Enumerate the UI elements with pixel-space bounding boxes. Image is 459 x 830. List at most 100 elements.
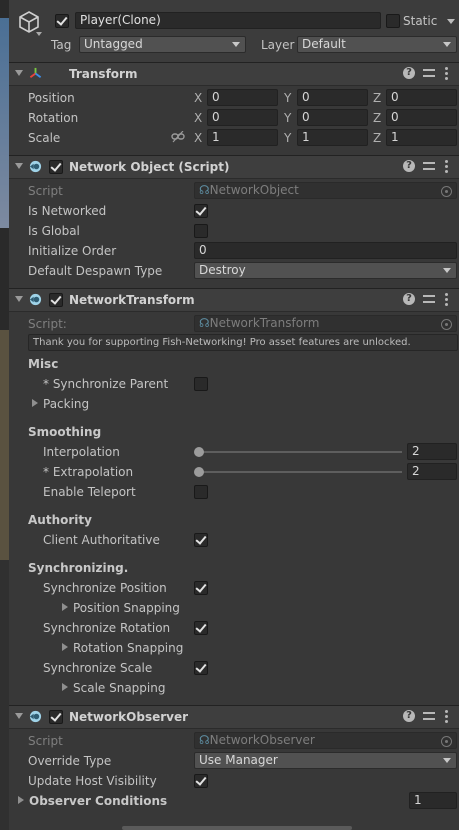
chevron-down-icon — [443, 42, 451, 47]
position-label: Position — [28, 91, 75, 105]
kebab-menu-icon[interactable] — [445, 160, 448, 173]
extrapolation-input[interactable]: 2 — [407, 463, 457, 480]
object-picker-icon[interactable] — [441, 319, 452, 330]
network-transform-header[interactable]: NetworkTransform ? — [9, 288, 459, 312]
help-icon[interactable]: ? — [403, 710, 415, 722]
sync-scale-checkbox[interactable] — [194, 661, 208, 675]
presets-icon[interactable] — [423, 67, 435, 79]
kebab-menu-icon[interactable] — [445, 293, 448, 306]
sync-position-checkbox[interactable] — [194, 581, 208, 595]
static-dropdown-icon[interactable] — [447, 19, 455, 24]
despawn-type-label: Default Despawn Type — [28, 264, 163, 278]
horizontal-scrollbar[interactable] — [122, 826, 352, 830]
scale-y-axis: Y — [284, 131, 292, 145]
sync-rotation-checkbox[interactable] — [194, 621, 208, 635]
kebab-menu-icon[interactable] — [445, 67, 448, 80]
fish-script-icon — [29, 293, 42, 306]
despawn-type-dropdown[interactable]: Destroy — [194, 262, 457, 279]
enable-teleport-checkbox[interactable] — [194, 485, 208, 499]
network-transform-title: NetworkTransform — [69, 293, 195, 307]
interpolation-slider-track[interactable] — [198, 451, 402, 453]
transform-header[interactable]: Transform ? — [9, 62, 459, 86]
help-icon[interactable]: ? — [403, 293, 415, 305]
network-object-header[interactable]: Network Object (Script) ? — [9, 155, 459, 179]
sync-scale-label: Synchronize Scale — [43, 661, 153, 675]
extrapolation-slider-track[interactable] — [198, 471, 402, 473]
layer-value: Default — [302, 37, 346, 51]
kebab-menu-icon[interactable] — [445, 710, 448, 723]
network-observer-header[interactable]: NetworkObserver ? — [9, 705, 459, 729]
scale-z-axis: Z — [373, 131, 382, 145]
extrapolation-label: * Extrapolation — [43, 465, 134, 479]
object-picker-icon[interactable] — [441, 736, 452, 747]
transform-gizmo-icon — [29, 67, 42, 78]
packing-foldout-icon[interactable] — [32, 399, 38, 407]
network-object-enabled-checkbox[interactable] — [49, 160, 63, 174]
position-snapping-label[interactable]: Position Snapping — [73, 601, 180, 615]
no-script-label: Script — [28, 184, 63, 198]
client-auth-checkbox[interactable] — [194, 533, 208, 547]
is-networked-checkbox[interactable] — [194, 204, 208, 218]
synchronizing-heading: Synchronizing. — [28, 561, 129, 575]
rotation-y-input[interactable]: 0 — [297, 109, 368, 126]
override-type-dropdown[interactable]: Use Manager — [194, 752, 457, 769]
scale-x-axis: X — [194, 131, 203, 145]
authority-heading: Authority — [28, 513, 92, 527]
fold-arrow-icon[interactable] — [15, 70, 23, 76]
chevron-down-icon — [232, 42, 240, 47]
extrapolation-slider-handle[interactable] — [194, 467, 204, 477]
despawn-type-value: Destroy — [199, 263, 246, 277]
fold-arrow-icon[interactable] — [15, 296, 23, 302]
update-host-checkbox[interactable] — [194, 774, 208, 788]
rotation-z-input[interactable]: 0 — [386, 109, 457, 126]
position-snapping-foldout-icon[interactable] — [62, 603, 68, 611]
smoothing-heading: Smoothing — [28, 425, 102, 439]
observer-conditions-label[interactable]: Observer Conditions — [29, 794, 167, 808]
tag-dropdown[interactable]: Untagged — [79, 36, 246, 53]
update-host-label: Update Host Visibility — [28, 774, 157, 788]
constrain-proportions-link-icon[interactable] — [171, 131, 185, 143]
position-y-input[interactable]: 0 — [297, 89, 368, 106]
observer-conditions-foldout-icon[interactable] — [18, 796, 24, 804]
presets-icon[interactable] — [423, 293, 435, 305]
layer-dropdown[interactable]: Default — [297, 36, 457, 53]
icon-dropdown-icon[interactable] — [36, 32, 42, 36]
scale-z-input[interactable]: 1 — [386, 129, 457, 146]
position-z-input[interactable]: 0 — [386, 89, 457, 106]
packing-label[interactable]: Packing — [43, 397, 89, 411]
sync-rotation-label: Synchronize Rotation — [43, 621, 171, 635]
network-transform-enabled-checkbox[interactable] — [49, 293, 63, 307]
is-global-checkbox[interactable] — [194, 224, 208, 238]
help-icon[interactable]: ? — [403, 160, 415, 172]
sync-parent-label: * Synchronize Parent — [43, 377, 169, 391]
fold-arrow-icon[interactable] — [15, 163, 23, 169]
object-picker-icon[interactable] — [441, 186, 452, 197]
interpolation-label: Interpolation — [43, 445, 120, 459]
script-file-icon: ☊ — [199, 316, 210, 330]
object-name-input[interactable]: Player(Clone) — [75, 12, 381, 29]
help-icon[interactable]: ? — [403, 67, 415, 79]
position-x-input[interactable]: 0 — [207, 89, 278, 106]
scale-label: Scale — [28, 131, 61, 145]
initialize-order-input[interactable]: 0 — [194, 242, 457, 259]
rotation-label: Rotation — [28, 111, 79, 125]
scale-snapping-label[interactable]: Scale Snapping — [73, 681, 165, 695]
nt-script-field: ☊NetworkTransform — [194, 315, 457, 332]
active-toggle[interactable] — [55, 14, 69, 28]
rotation-snapping-label[interactable]: Rotation Snapping — [73, 641, 183, 655]
sync-parent-checkbox[interactable] — [194, 377, 208, 391]
presets-icon[interactable] — [423, 160, 435, 172]
static-checkbox[interactable] — [386, 14, 400, 28]
obs-script-value: NetworkObserver — [209, 733, 315, 747]
network-observer-enabled-checkbox[interactable] — [49, 710, 63, 724]
scale-y-input[interactable]: 1 — [297, 129, 368, 146]
observer-conditions-count[interactable]: 1 — [409, 792, 457, 809]
rotation-x-input[interactable]: 0 — [207, 109, 278, 126]
fold-arrow-icon[interactable] — [15, 713, 23, 719]
interpolation-input[interactable]: 2 — [407, 443, 457, 460]
scale-snapping-foldout-icon[interactable] — [62, 683, 68, 691]
interpolation-slider-handle[interactable] — [194, 447, 204, 457]
scale-x-input[interactable]: 1 — [207, 129, 278, 146]
rotation-snapping-foldout-icon[interactable] — [62, 643, 68, 651]
presets-icon[interactable] — [423, 710, 435, 722]
